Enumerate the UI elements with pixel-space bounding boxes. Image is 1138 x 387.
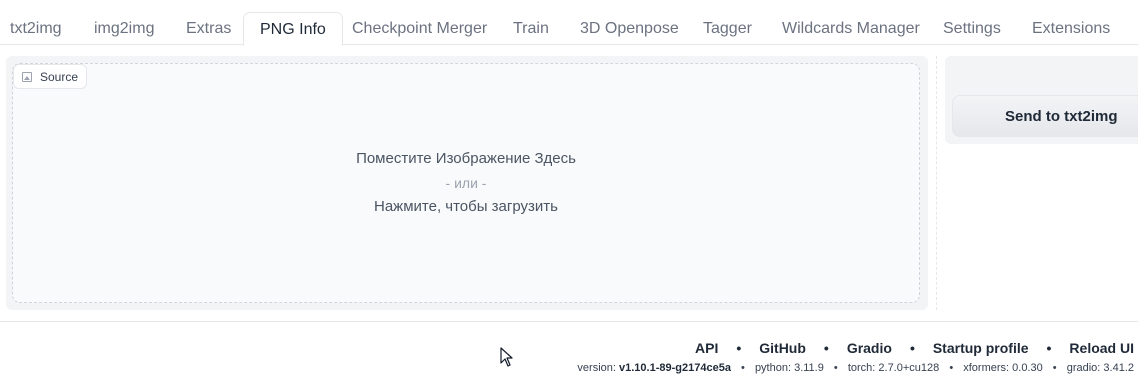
- tab-extensions[interactable]: Extensions: [1024, 12, 1118, 45]
- separator: •: [909, 340, 915, 356]
- tab-wildcards-manager[interactable]: Wildcards Manager: [774, 12, 928, 45]
- separator: •: [949, 362, 954, 374]
- send-to-txt2img-button[interactable]: Send to txt2img: [952, 95, 1138, 137]
- tab-train[interactable]: Train: [505, 12, 557, 45]
- tab-png-info[interactable]: PNG Info: [243, 12, 343, 46]
- source-label-text: Source: [40, 69, 79, 84]
- startup-profile-link[interactable]: Startup profile: [933, 340, 1029, 356]
- gradio-link[interactable]: Gradio: [847, 340, 892, 356]
- version-label: version:: [577, 362, 616, 374]
- xformers-version: xformers: 0.0.30: [963, 362, 1043, 374]
- python-version: python: 3.11.9: [754, 362, 824, 374]
- tab-checkpoint-merger[interactable]: Checkpoint Merger: [344, 12, 495, 45]
- or-text: - или -: [445, 175, 487, 191]
- separator: •: [736, 340, 742, 356]
- click-to-upload-text: Нажмите, чтобы загрузить: [374, 198, 558, 215]
- separator: •: [823, 340, 829, 356]
- source-label: Source: [13, 64, 88, 89]
- version-value: v1.10.1-89-g2174ce5a: [619, 362, 731, 374]
- separator: •: [1046, 340, 1052, 356]
- tab-tagger[interactable]: Tagger: [695, 12, 760, 45]
- reload-ui-link[interactable]: Reload UI: [1069, 340, 1134, 356]
- panel-divider: [936, 56, 937, 310]
- tab-img2img[interactable]: img2img: [86, 12, 162, 45]
- drop-here-text: Поместите Изображение Здесь: [356, 150, 576, 167]
- image-icon: [22, 71, 32, 82]
- torch-version: torch: 2.7.0+cu128: [847, 362, 940, 374]
- footer-divider: [0, 321, 1138, 322]
- footer-links: API • GitHub • Gradio • Startup profile …: [695, 340, 1134, 356]
- separator: •: [1052, 362, 1057, 374]
- tab-settings[interactable]: Settings: [935, 12, 1009, 45]
- separator: •: [741, 362, 745, 374]
- mouse-cursor-icon: [500, 347, 513, 367]
- github-link[interactable]: GitHub: [759, 340, 806, 356]
- separator: •: [833, 362, 838, 374]
- tab-txt2img[interactable]: txt2img: [2, 12, 70, 45]
- gradio-version: gradio: 3.41.2: [1066, 362, 1134, 374]
- api-link[interactable]: API: [695, 340, 718, 356]
- tab-extras[interactable]: Extras: [178, 12, 239, 45]
- tab-3d-openpose[interactable]: 3D Openpose: [572, 12, 687, 45]
- tab-bar: txt2img img2img Extras PNG Info Checkpoi…: [0, 0, 1138, 46]
- version-info: version: v1.10.1-89-g2174ce5a • python: …: [577, 362, 1134, 374]
